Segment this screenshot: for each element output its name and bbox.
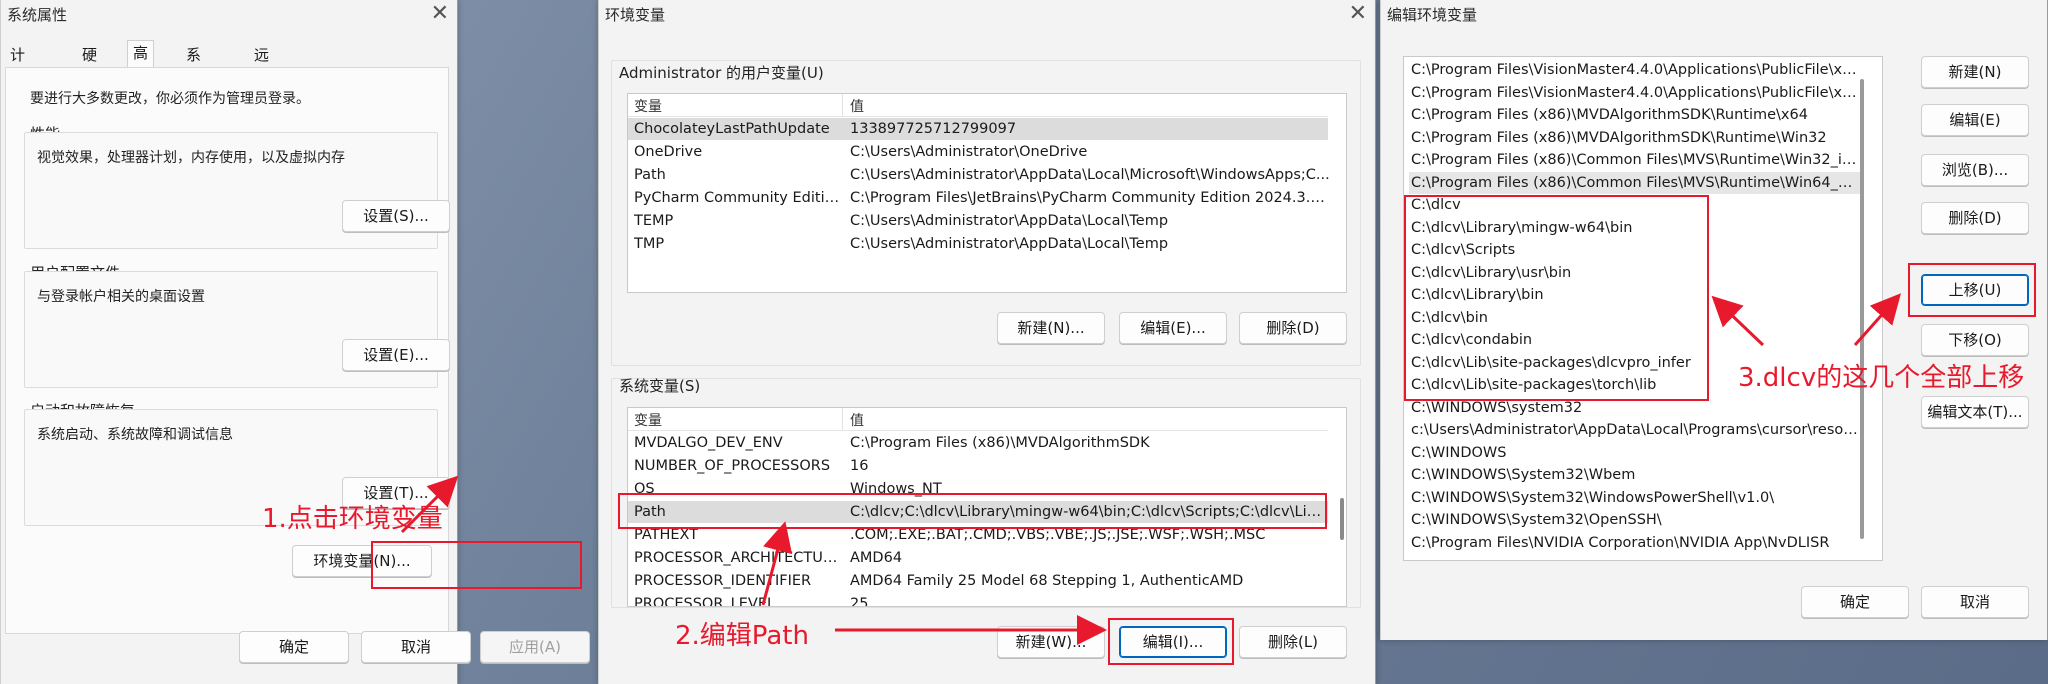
arrow-to-env-vars-button	[400, 475, 459, 534]
arrow-to-dlcv-entries	[1711, 295, 1765, 347]
arrow-to-move-up-button	[1853, 293, 1901, 346]
annotation-arrows	[400, 293, 1901, 645]
arrow-to-path-row	[761, 521, 793, 606]
